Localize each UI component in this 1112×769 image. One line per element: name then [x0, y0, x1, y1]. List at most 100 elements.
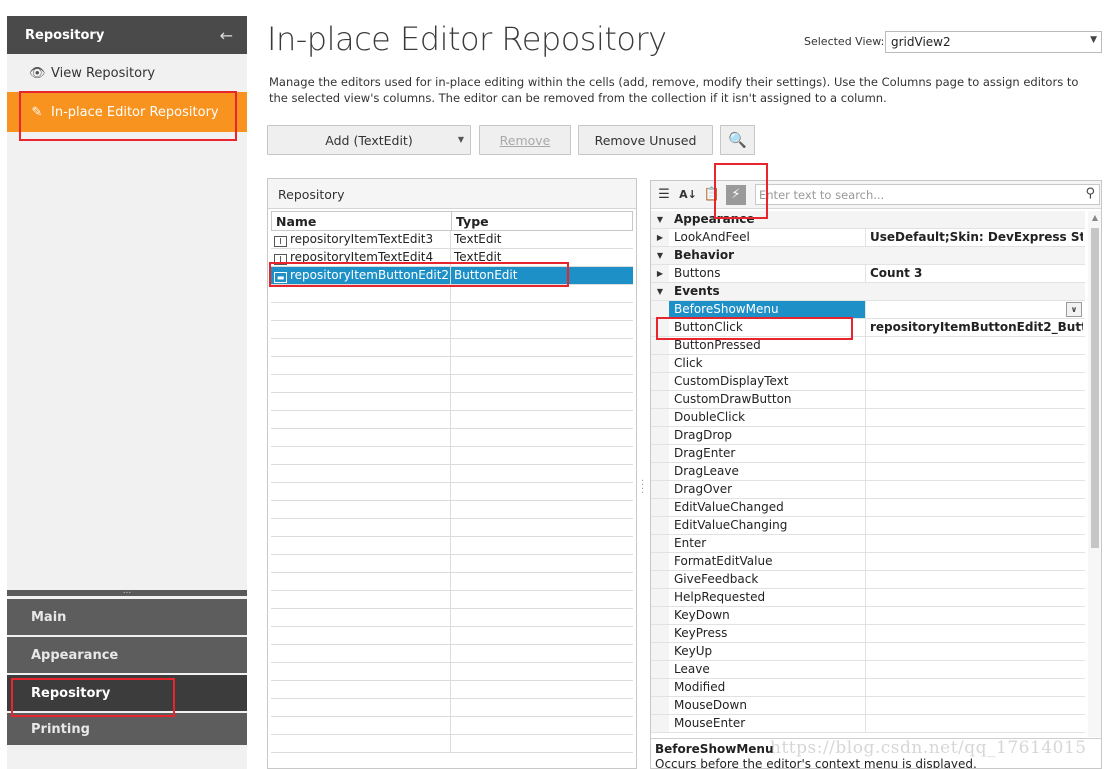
nav-group-appearance[interactable]: Appearance	[7, 637, 247, 675]
nav-group-main[interactable]: Main	[7, 599, 247, 637]
empty-cell	[451, 519, 633, 537]
property-row[interactable]: ▶ Buttons Count 3	[651, 265, 1085, 283]
scroll-up-icon[interactable]: ▲	[1088, 211, 1101, 225]
property-row[interactable]: CustomDisplayText	[651, 373, 1085, 391]
property-value[interactable]	[866, 697, 1083, 714]
property-row[interactable]: HelpRequested	[651, 589, 1085, 607]
property-value[interactable]	[866, 391, 1083, 408]
dropdown-arrow-icon[interactable]: ▼	[458, 135, 464, 144]
table-row[interactable]: IrepositoryItemTextEdit3 TextEdit	[271, 230, 633, 249]
property-row[interactable]: EditValueChanged	[651, 499, 1085, 517]
property-value[interactable]	[866, 643, 1083, 660]
expand-icon[interactable]: ▼	[651, 283, 669, 300]
property-row[interactable]: DoubleClick	[651, 409, 1085, 427]
property-row[interactable]: MouseDown	[651, 697, 1085, 715]
property-value[interactable]	[866, 517, 1083, 534]
property-row[interactable]: KeyUp	[651, 643, 1085, 661]
property-value[interactable]: ∨	[866, 301, 1083, 318]
search-button[interactable]: 🔍	[720, 125, 755, 155]
property-value[interactable]	[866, 607, 1083, 624]
chevron-down-icon[interactable]: ∨	[1066, 302, 1082, 317]
property-value[interactable]	[866, 625, 1083, 642]
nav-item-view-repository[interactable]: 👁 View Repository	[7, 54, 247, 92]
row-gutter	[651, 643, 669, 660]
property-row[interactable]: KeyPress	[651, 625, 1085, 643]
remove-button[interactable]: Remove	[479, 125, 571, 155]
property-value[interactable]: repositoryItemButtonEdit2_ButtonClick	[866, 319, 1083, 336]
property-row[interactable]: Click	[651, 355, 1085, 373]
property-value[interactable]: UseDefault;Skin: DevExpress Style	[866, 229, 1083, 246]
selected-view-dropdown[interactable]: gridView2 ▼	[885, 31, 1102, 53]
table-row[interactable]: IrepositoryItemTextEdit4 TextEdit	[271, 248, 633, 267]
property-description-text: Occurs before the editor's context menu …	[655, 757, 977, 769]
add-editor-button[interactable]: Add (TextEdit) ▼	[267, 125, 471, 155]
column-header-name[interactable]: Name	[272, 212, 452, 230]
property-row[interactable]: CustomDrawButton	[651, 391, 1085, 409]
property-row[interactable]: Modified	[651, 679, 1085, 697]
property-value[interactable]	[866, 409, 1083, 426]
remove-unused-button[interactable]: Remove Unused	[578, 125, 713, 155]
property-value[interactable]	[866, 679, 1083, 696]
row-gutter	[651, 679, 669, 696]
arrow-left-icon[interactable]: ←	[220, 26, 233, 45]
nav-group-repository[interactable]: Repository	[7, 675, 247, 713]
property-row[interactable]: DragEnter	[651, 445, 1085, 463]
property-name: ButtonPressed	[669, 337, 866, 354]
property-pages-icon[interactable]: 📋	[702, 185, 722, 205]
property-row[interactable]: ButtonPressed	[651, 337, 1085, 355]
nav-splitter-handle[interactable]: ...	[7, 587, 247, 596]
table-row-selected[interactable]: ▬ repositoryItemButtonEdit2 ButtonEdit	[271, 266, 633, 285]
empty-cell	[271, 410, 451, 429]
empty-cell	[451, 717, 633, 735]
categorized-icon[interactable]: ☰	[654, 185, 674, 205]
property-row[interactable]: DragDrop	[651, 427, 1085, 445]
property-value[interactable]	[866, 571, 1083, 588]
property-value[interactable]	[866, 499, 1083, 516]
property-row[interactable]: BeforeShowMenu ∨	[651, 301, 1085, 319]
property-row[interactable]: GiveFeedback	[651, 571, 1085, 589]
property-value[interactable]	[866, 445, 1083, 462]
property-value[interactable]	[866, 373, 1083, 390]
property-value[interactable]	[866, 661, 1083, 678]
empty-grid-row	[271, 662, 633, 681]
property-name: FormatEditValue	[669, 553, 866, 570]
property-row[interactable]: ButtonClick repositoryItemButtonEdit2_But…	[651, 319, 1085, 337]
nav-item-inplace-editor-repository[interactable]: ✎ In-place Editor Repository	[7, 92, 247, 132]
expand-icon[interactable]: ▼	[651, 247, 669, 264]
property-value[interactable]	[866, 337, 1083, 354]
expand-icon[interactable]: ▶	[651, 229, 669, 246]
property-row[interactable]: ▶ LookAndFeel UseDefault;Skin: DevExpress …	[651, 229, 1085, 247]
column-header-type[interactable]: Type	[452, 212, 632, 230]
property-value[interactable]	[866, 589, 1083, 606]
property-category[interactable]: ▼ Appearance	[651, 211, 1085, 229]
property-search-input[interactable]: Enter text to search... ⚲	[755, 184, 1100, 205]
property-value[interactable]	[866, 715, 1083, 732]
property-row[interactable]: MouseEnter	[651, 715, 1085, 733]
property-value[interactable]	[866, 481, 1083, 498]
property-value[interactable]	[866, 355, 1083, 372]
empty-grid-row	[271, 608, 633, 627]
property-row[interactable]: DragLeave	[651, 463, 1085, 481]
nav-group-printing[interactable]: Printing	[7, 713, 247, 745]
property-row[interactable]: Leave	[651, 661, 1085, 679]
property-row[interactable]: KeyDown	[651, 607, 1085, 625]
property-row[interactable]: DragOver	[651, 481, 1085, 499]
property-row[interactable]: FormatEditValue	[651, 553, 1085, 571]
property-value[interactable]	[866, 427, 1083, 444]
panel-splitter[interactable]: · · · ·	[641, 477, 644, 499]
expand-icon[interactable]: ▶	[651, 265, 669, 282]
property-category[interactable]: ▼ Events	[651, 283, 1085, 301]
property-row[interactable]: Enter	[651, 535, 1085, 553]
events-lightning-icon[interactable]: ⚡	[726, 185, 746, 205]
property-row[interactable]: EditValueChanging	[651, 517, 1085, 535]
property-value[interactable]	[866, 463, 1083, 480]
expand-icon[interactable]: ▼	[651, 211, 669, 228]
scrollbar-thumb[interactable]	[1091, 228, 1099, 548]
property-value[interactable]	[866, 553, 1083, 570]
vertical-scrollbar[interactable]: ▲	[1088, 211, 1101, 737]
property-value[interactable]: Count 3	[866, 265, 1083, 282]
sort-alphabetical-icon[interactable]: A↓	[678, 185, 698, 205]
property-name: DragDrop	[669, 427, 866, 444]
property-category[interactable]: ▼ Behavior	[651, 247, 1085, 265]
property-value[interactable]	[866, 535, 1083, 552]
